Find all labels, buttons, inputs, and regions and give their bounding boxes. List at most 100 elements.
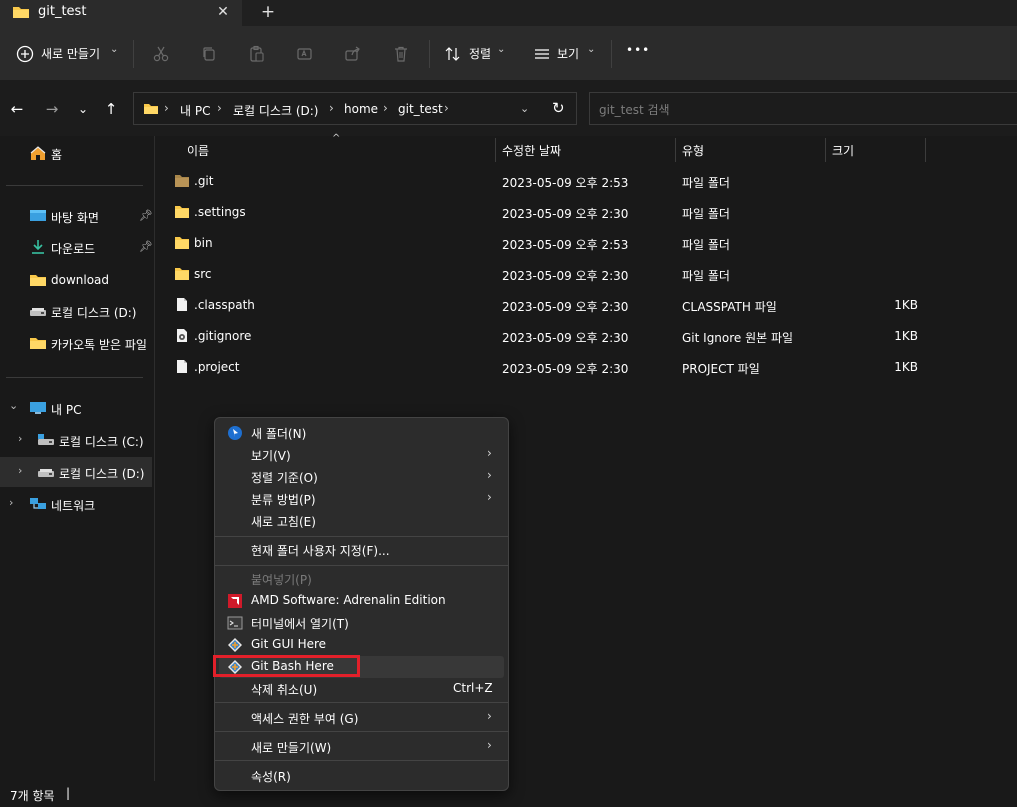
menu-item-properties[interactable]: 속성(R) (219, 765, 504, 787)
up-arrow-icon[interactable]: ↑ (100, 99, 122, 119)
table-row[interactable]: .project 2023-05-09 오후 2:30 PROJECT 파일 1… (156, 352, 936, 382)
menu-item-new[interactable]: 새로 만들기(W) › (219, 736, 504, 758)
file-name: .classpath (194, 298, 255, 312)
table-row[interactable]: .gitignore 2023-05-09 오후 2:30 Git Ignore… (156, 321, 936, 351)
sidebar-item-desktop[interactable]: 바탕 화면 📌︎ (0, 201, 153, 231)
menu-item-group-by[interactable]: 분류 방법(P) › (219, 488, 504, 510)
column-resize-handle[interactable] (675, 138, 676, 162)
table-row[interactable]: bin 2023-05-09 오후 2:53 파일 폴더 (156, 228, 936, 258)
pin-icon[interactable]: 📌︎ (139, 240, 153, 253)
folder-icon (143, 102, 159, 118)
cut-icon[interactable] (150, 43, 172, 65)
column-resize-handle[interactable] (495, 138, 496, 162)
tab-git-test[interactable]: git_test ✕ (0, 0, 242, 26)
column-header-type[interactable]: 유형 (682, 142, 704, 159)
chevron-down-icon[interactable]: ⌄ (497, 44, 505, 55)
delete-icon[interactable] (390, 43, 412, 65)
pin-icon[interactable]: 📌︎ (139, 209, 153, 222)
menu-item-undo-delete[interactable]: 삭제 취소(U) Ctrl+Z (219, 678, 504, 700)
breadcrumb-git-test[interactable]: git_test (398, 102, 443, 116)
column-resize-handle[interactable] (825, 138, 826, 162)
back-arrow-icon[interactable]: ← (6, 99, 28, 119)
more-options-icon[interactable]: ••• (626, 43, 650, 57)
paste-icon[interactable] (246, 43, 268, 65)
sidebar-item-local-disk-d[interactable]: 로컬 디스크 (D:) (0, 296, 152, 326)
sidebar-item-local-disk-c[interactable]: › 로컬 디스크 (C:) (0, 425, 152, 455)
sidebar-item-local-disk-d-tree[interactable]: › 로컬 디스크 (D:) (0, 457, 152, 487)
menu-item-label: 붙여넣기(P) (251, 573, 312, 587)
menu-item-open-terminal[interactable]: 터미널에서 열기(T) (219, 612, 504, 634)
rename-icon[interactable] (294, 43, 316, 65)
table-row[interactable]: .git 2023-05-09 오후 2:53 파일 폴더 (156, 166, 936, 196)
table-row[interactable]: .settings 2023-05-09 오후 2:30 파일 폴더 (156, 197, 936, 227)
menu-item-paste: 붙여넣기(P) (219, 568, 504, 590)
recent-locations-chevron-icon[interactable]: ⌄ (72, 99, 94, 119)
menu-item-git-gui[interactable]: Git GUI Here (219, 634, 504, 656)
menu-item-amd-software[interactable]: AMD Software: Adrenalin Edition (219, 590, 504, 612)
sidebar-divider (6, 185, 143, 186)
menu-item-label: 현재 폴더 사용자 지정(F)... (251, 544, 390, 558)
search-input[interactable] (599, 101, 999, 119)
view-button[interactable]: 보기 (557, 45, 579, 62)
refresh-icon[interactable]: ↻ (552, 99, 565, 117)
file-name: .project (194, 360, 240, 374)
chevron-right-icon[interactable]: › (18, 464, 22, 477)
new-plus-icon[interactable] (14, 43, 36, 65)
sidebar-item-network[interactable]: › 네트워크 (0, 489, 152, 519)
column-resize-handle[interactable] (925, 138, 926, 162)
new-tab-icon[interactable]: + (258, 2, 278, 22)
menu-separator (215, 731, 508, 732)
column-header-date[interactable]: 수정한 날짜 (502, 142, 561, 159)
menu-item-customize-folder[interactable]: 현재 폴더 사용자 지정(F)... (219, 539, 504, 561)
breadcrumb-chevron-icon[interactable]: › (164, 101, 169, 115)
view-icon[interactable] (531, 43, 553, 65)
menu-item-new-folder[interactable]: 새 폴더(N) (219, 422, 504, 444)
column-header-size[interactable]: 크기 (832, 142, 854, 159)
breadcrumb-chevron-icon[interactable]: › (217, 101, 222, 115)
sidebar-item-download-folder[interactable]: download (0, 265, 152, 295)
search-box[interactable] (589, 92, 1017, 125)
desktop-icon (30, 210, 46, 221)
status-separator: | (66, 786, 71, 800)
sidebar-item-downloads[interactable]: 다운로드 📌︎ (0, 232, 153, 262)
menu-item-refresh[interactable]: 새로 고침(E) (219, 510, 504, 532)
sort-button[interactable]: 정렬 (469, 45, 491, 62)
column-header-name[interactable]: 이름 (187, 142, 209, 159)
menu-item-give-access[interactable]: 액세스 권한 부여 (G) › (219, 707, 504, 729)
chevron-right-icon[interactable]: › (18, 432, 22, 445)
breadcrumb-my-pc[interactable]: 내 PC (180, 102, 210, 119)
copy-icon[interactable] (198, 43, 220, 65)
breadcrumb-chevron-icon[interactable]: › (383, 101, 388, 115)
sidebar-item-label: 바탕 화면 (51, 211, 99, 225)
share-icon[interactable] (342, 43, 364, 65)
breadcrumb-chevron-icon[interactable]: › (329, 101, 334, 115)
sidebar-item-kakaotalk[interactable]: 카카오톡 받은 파일 (0, 328, 152, 358)
new-button[interactable]: 새로 만들기 (41, 45, 100, 62)
file-name: bin (194, 236, 213, 250)
sidebar-item-home[interactable]: 홈 (0, 138, 152, 168)
address-history-chevron-icon[interactable]: ⌄ (520, 102, 529, 115)
chevron-right-icon[interactable]: › (9, 496, 13, 509)
terminal-icon (227, 616, 243, 630)
git-gui-icon (228, 638, 242, 652)
sort-icon[interactable] (442, 43, 464, 65)
chevron-down-icon[interactable]: ⌄ (9, 399, 18, 412)
breadcrumb-local-disk-d[interactable]: 로컬 디스크 (D:) (233, 102, 318, 119)
chevron-down-icon[interactable]: ⌄ (587, 44, 595, 55)
file-icon (177, 298, 187, 311)
file-type: Git Ignore 원본 파일 (682, 331, 794, 345)
forward-arrow-icon[interactable]: → (41, 99, 63, 119)
breadcrumb-chevron-icon[interactable]: › (444, 101, 449, 115)
menu-item-label: 새로 고침(E) (251, 515, 316, 529)
table-row[interactable]: src 2023-05-09 오후 2:30 파일 폴더 (156, 259, 936, 289)
file-date: 2023-05-09 오후 2:30 (502, 269, 629, 283)
close-tab-icon[interactable]: ✕ (214, 3, 232, 21)
sidebar-item-my-pc[interactable]: ⌄ 내 PC (0, 393, 152, 423)
folder-icon (175, 175, 189, 187)
table-row[interactable]: .classpath 2023-05-09 오후 2:30 CLASSPATH … (156, 290, 936, 320)
menu-item-view[interactable]: 보기(V) › (219, 444, 504, 466)
breadcrumb-home[interactable]: home (344, 102, 378, 116)
address-bar[interactable]: › 내 PC › 로컬 디스크 (D:) › home › git_test ›… (133, 92, 577, 125)
chevron-down-icon[interactable]: ⌄ (110, 44, 118, 55)
menu-item-sort-by[interactable]: 정렬 기준(O) › (219, 466, 504, 488)
